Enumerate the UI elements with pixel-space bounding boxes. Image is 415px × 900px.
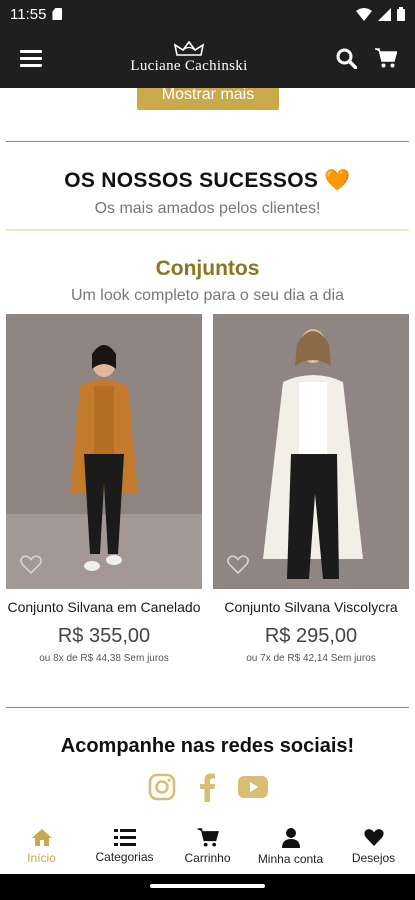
success-section-title: OS NOSSOS SUCESSOS 🧡	[64, 169, 351, 192]
main-content[interactable]: Mostrar mais OS NOSSOS SUCESSOS 🧡 Os mai…	[0, 88, 415, 818]
nav-item-wishlist[interactable]: Desejos	[332, 828, 415, 865]
youtube-icon[interactable]	[237, 776, 268, 798]
social-links	[0, 772, 415, 802]
crown-icon	[174, 41, 204, 56]
list-icon	[113, 829, 136, 846]
heart-icon	[363, 829, 384, 847]
nav-label: Minha conta	[257, 852, 324, 866]
product-card[interactable]: Conjunto Silvana Viscolycra R$ 295,00 ou…	[213, 314, 409, 664]
cart-icon[interactable]	[375, 48, 397, 68]
divider	[6, 229, 409, 231]
bottom-navigation: Início Categorias Carrinho Minha conta D…	[0, 818, 415, 874]
product-name[interactable]: Conjunto Silvana em Canelado	[6, 599, 202, 615]
home-gesture-handle[interactable]	[150, 884, 265, 888]
status-bar: 11:55	[0, 0, 415, 28]
nav-label: Carrinho	[184, 851, 231, 865]
favorite-heart-icon[interactable]	[20, 555, 42, 575]
cart-icon	[197, 828, 219, 847]
divider	[6, 707, 409, 708]
instagram-icon[interactable]	[148, 773, 176, 801]
nav-item-account[interactable]: Minha conta	[249, 828, 332, 866]
wifi-icon	[356, 7, 372, 21]
product-price: R$ 295,00	[264, 625, 358, 647]
product-name[interactable]: Conjunto Silvana Viscolycra	[213, 599, 409, 615]
search-icon[interactable]	[336, 48, 357, 69]
header-actions	[336, 48, 397, 69]
status-left: 11:55	[10, 5, 63, 23]
signal-icon	[378, 7, 391, 21]
brand-name: Luciane Cachinski	[130, 58, 248, 74]
nav-item-cart[interactable]: Carrinho	[166, 828, 249, 865]
success-section-subtitle: Os mais amados pelos clientes!	[94, 200, 321, 217]
category-subtitle: Um look completo para o seu dia a dia	[70, 287, 345, 304]
sd-card-icon	[52, 8, 63, 20]
nav-label: Categorias	[95, 850, 154, 864]
facebook-icon[interactable]	[198, 772, 216, 802]
product-price: R$ 355,00	[57, 625, 151, 647]
product-photo	[6, 314, 202, 589]
nav-item-categories[interactable]: Categorias	[83, 828, 166, 864]
menu-icon[interactable]	[20, 49, 42, 67]
product-installments: ou 7x de R$ 42,14 Sem juros	[246, 653, 376, 664]
product-photo	[213, 314, 409, 589]
status-time: 11:55	[10, 5, 47, 23]
social-title: Acompanhe nas redes sociais!	[60, 735, 355, 757]
divider	[6, 141, 409, 142]
gesture-bar	[0, 874, 415, 900]
battery-icon	[397, 7, 405, 21]
product-card[interactable]: Conjunto Silvana em Canelado R$ 355,00 o…	[6, 314, 202, 664]
product-image[interactable]	[213, 314, 409, 589]
user-icon	[281, 828, 300, 848]
nav-label: Início	[27, 851, 56, 865]
app-header: Luciane Cachinski	[0, 28, 415, 88]
brand-logo[interactable]: Luciane Cachinski	[130, 41, 247, 75]
show-more-button[interactable]: Mostrar mais	[137, 88, 279, 110]
favorite-heart-icon[interactable]	[227, 555, 249, 575]
product-image[interactable]	[6, 314, 202, 589]
nav-label: Desejos	[351, 851, 396, 865]
category-title: Conjuntos	[155, 257, 260, 280]
product-installments: ou 8x de R$ 44,38 Sem juros	[39, 653, 169, 664]
status-right	[356, 7, 405, 21]
home-icon	[31, 829, 52, 846]
nav-item-home[interactable]: Início	[0, 828, 83, 865]
